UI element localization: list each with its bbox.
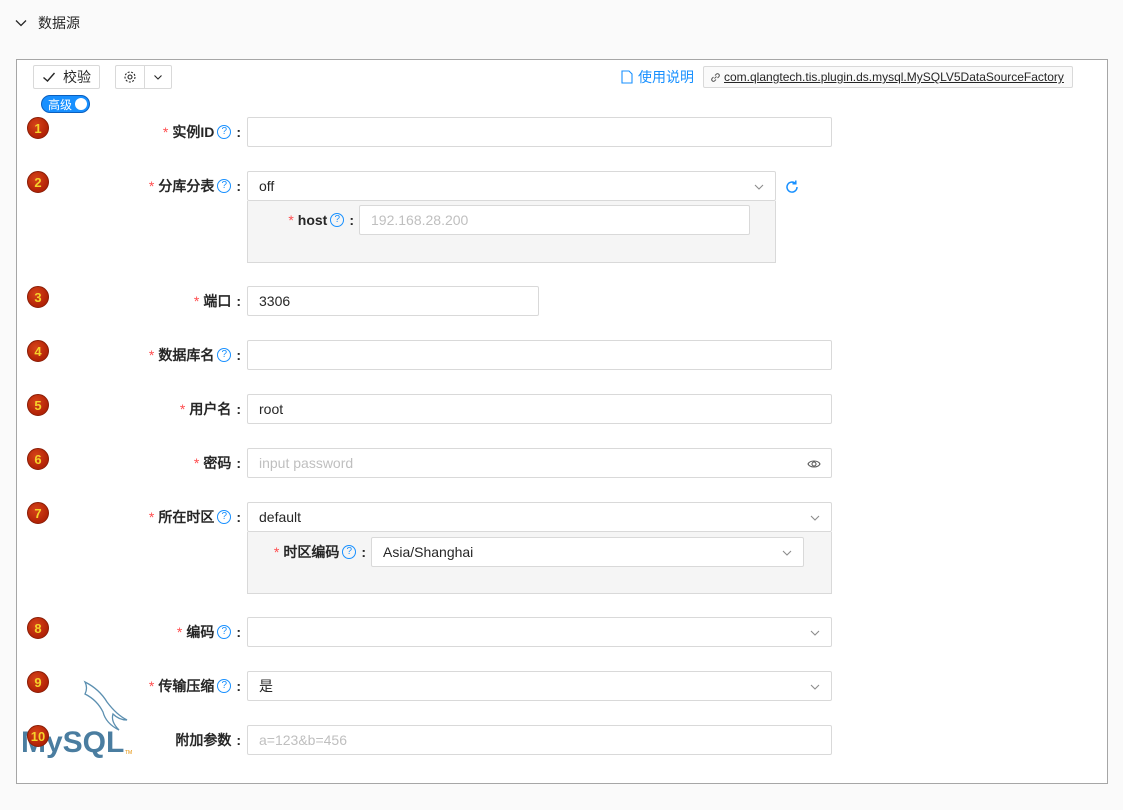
step-badge: 9 xyxy=(27,671,49,693)
doc-link-label: 使用说明 xyxy=(638,69,694,85)
help-icon[interactable]: ? xyxy=(217,348,232,362)
refresh-icon[interactable] xyxy=(783,178,801,196)
help-icon[interactable]: ? xyxy=(217,679,232,693)
field-label-password: * 密码: xyxy=(193,455,241,471)
gear-icon xyxy=(124,71,136,83)
extra-params-input[interactable]: a=123&b=456 xyxy=(247,725,832,755)
chevron-down-icon xyxy=(754,184,764,190)
toggle-knob xyxy=(75,98,87,110)
chevron-down-icon xyxy=(810,630,820,636)
step-badge: 2 xyxy=(27,171,49,193)
username-input[interactable]: root xyxy=(247,394,832,424)
document-icon xyxy=(621,70,633,84)
chevron-down-icon xyxy=(810,515,820,521)
eye-icon[interactable] xyxy=(807,458,821,470)
compression-select[interactable]: 是 xyxy=(247,671,832,701)
instance-id-input[interactable] xyxy=(247,117,832,147)
settings-dropdown[interactable] xyxy=(115,65,172,89)
advanced-toggle-label: 高级 xyxy=(48,98,73,112)
port-input[interactable]: 3306 xyxy=(247,286,539,316)
timezone-subform: * 时区编码?: Asia/Shanghai xyxy=(247,532,832,594)
chevron-down-icon xyxy=(154,75,163,80)
step-badge: 5 xyxy=(27,394,49,416)
dropdown-toggle[interactable] xyxy=(145,66,171,88)
password-input[interactable]: input password xyxy=(247,448,832,478)
step-badge: 4 xyxy=(27,340,49,362)
check-icon xyxy=(43,72,56,82)
section-header[interactable]: 数据源 xyxy=(14,12,80,34)
doc-link[interactable]: 使用说明 xyxy=(621,67,694,87)
link-icon xyxy=(711,72,720,82)
field-label-host: * host?: xyxy=(288,212,354,228)
host-input[interactable]: 192.168.28.200 xyxy=(359,205,750,235)
gear-button[interactable] xyxy=(116,66,146,88)
chevron-down-icon xyxy=(810,684,820,690)
step-badge: 6 xyxy=(27,448,49,470)
field-label-encoding: * 编码?: xyxy=(176,624,241,640)
check-button[interactable]: 校验 xyxy=(33,65,100,89)
timezone-select[interactable]: default xyxy=(247,502,832,532)
encoding-select[interactable] xyxy=(247,617,832,647)
check-button-label: 校验 xyxy=(63,69,91,85)
datasource-panel: 校验 高级 使用说明 com.qlangtech.tis.plugin.ds.m… xyxy=(16,59,1108,784)
chevron-down-icon xyxy=(782,550,792,556)
step-badge: 1 xyxy=(27,117,49,139)
field-label-database-name: * 数据库名?: xyxy=(148,347,241,363)
field-label-extra-params: 附加参数: xyxy=(175,732,241,748)
field-label-port: * 端口: xyxy=(193,293,241,309)
help-icon[interactable]: ? xyxy=(330,213,345,227)
field-label-instance-id: * 实例ID?: xyxy=(162,124,241,140)
help-icon[interactable]: ? xyxy=(217,510,232,524)
help-icon[interactable]: ? xyxy=(342,545,357,559)
field-label-username: * 用户名: xyxy=(179,401,241,417)
step-badge: 10 xyxy=(27,725,49,747)
plugin-class-text: com.qlangtech.tis.plugin.ds.mysql.MySQLV… xyxy=(724,70,1064,84)
plugin-class-link[interactable]: com.qlangtech.tis.plugin.ds.mysql.MySQLV… xyxy=(703,66,1073,88)
step-badge: 8 xyxy=(27,617,49,639)
sharding-select[interactable]: off xyxy=(247,171,776,201)
timezone-code-select[interactable]: Asia/Shanghai xyxy=(371,537,804,567)
advanced-toggle[interactable]: 高级 xyxy=(41,95,90,113)
sharding-subform: * host?: 192.168.28.200 xyxy=(247,201,776,263)
field-label-timezone: * 所在时区?: xyxy=(148,509,241,525)
field-label-compression: * 传输压缩?: xyxy=(148,678,241,694)
help-icon[interactable]: ? xyxy=(217,125,232,139)
field-label-sharding: * 分库分表?: xyxy=(148,178,241,194)
database-name-input[interactable] xyxy=(247,340,832,370)
help-icon[interactable]: ? xyxy=(217,625,232,639)
step-badge: 3 xyxy=(27,286,49,308)
field-label-timezone-code: * 时区编码?: xyxy=(273,544,366,560)
step-badge: 7 xyxy=(27,502,49,524)
help-icon[interactable]: ? xyxy=(217,179,232,193)
chevron-down-icon xyxy=(15,20,27,27)
section-title: 数据源 xyxy=(38,15,80,31)
